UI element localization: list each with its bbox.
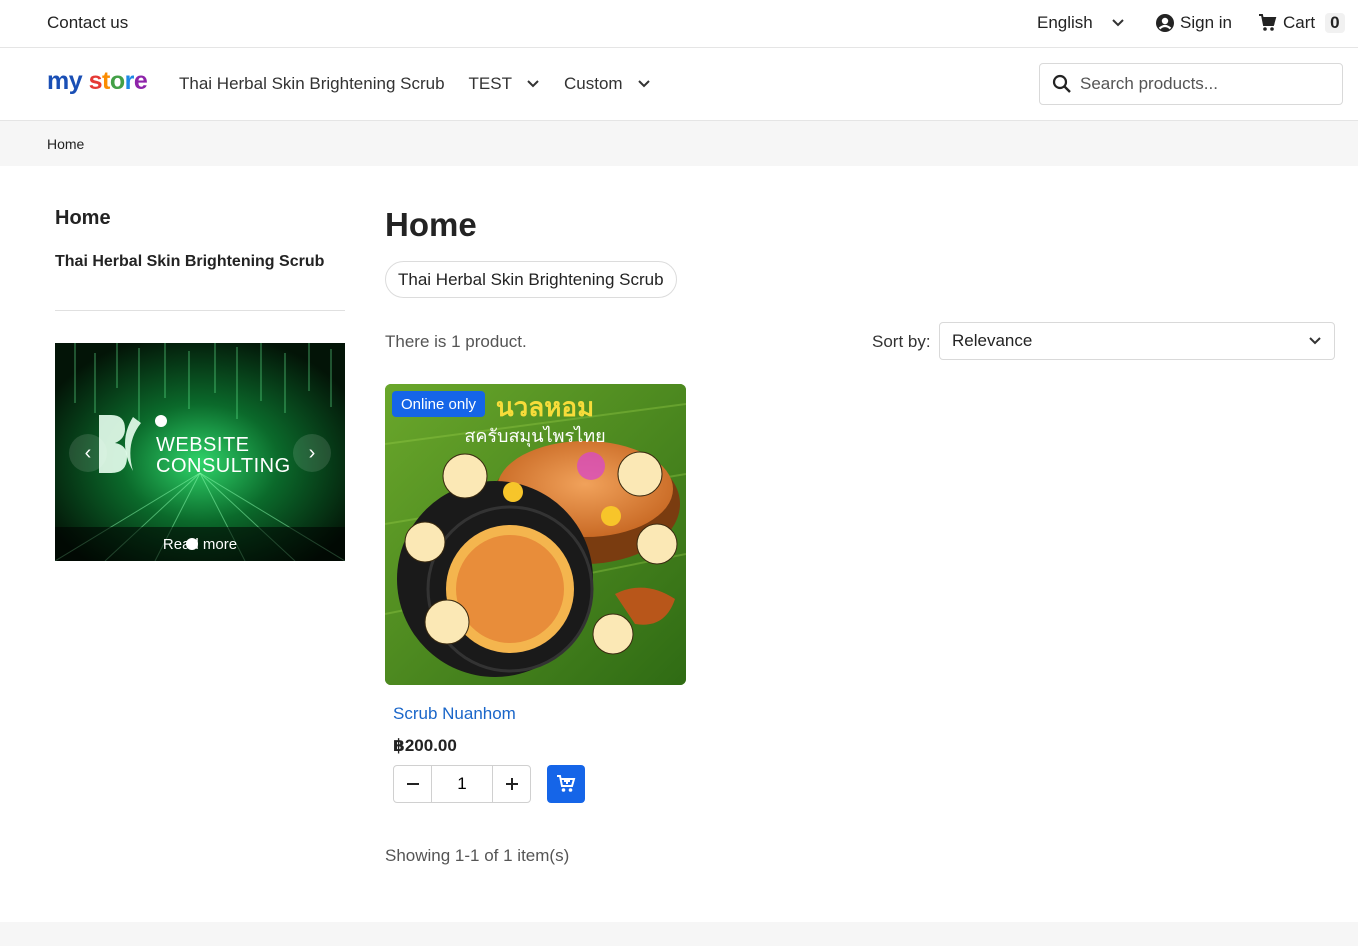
product-price: ฿200.00	[393, 736, 457, 755]
online-only-badge: Online only	[392, 391, 486, 417]
breadcrumb-home[interactable]: Home	[47, 136, 84, 152]
cart-label: Cart	[1283, 13, 1316, 32]
product-name-link[interactable]: Scrub Nuanhom	[393, 704, 516, 724]
breadcrumb: Home	[0, 121, 1358, 166]
sidebar-title[interactable]: Home	[55, 207, 111, 230]
main-header: my store Thai Herbal Skin Brightening Sc…	[0, 48, 1358, 121]
cart-count-badge: 0	[1325, 13, 1345, 33]
chevron-left-icon: ‹	[84, 441, 92, 464]
minus-icon	[406, 783, 419, 785]
chevron-down-icon	[1309, 337, 1321, 345]
add-to-cart-button[interactable]	[547, 765, 585, 803]
slider-dot-active[interactable]	[186, 538, 198, 550]
slider-prev-button[interactable]: ‹	[69, 434, 107, 472]
user-icon	[1156, 14, 1174, 32]
cart-link[interactable]: Cart 0	[1258, 13, 1345, 33]
chevron-right-icon: ›	[308, 441, 316, 464]
store-logo[interactable]: my store	[47, 67, 148, 96]
chevron-down-icon	[637, 80, 650, 88]
subcategory-chip[interactable]: Thai Herbal Skin Brightening Scrub	[385, 261, 677, 298]
quantity-input[interactable]	[431, 766, 493, 802]
cart-icon	[1259, 14, 1277, 31]
nav-label: TEST	[468, 74, 512, 93]
add-to-cart-icon	[557, 775, 576, 792]
sidebar-category-link[interactable]: Thai Herbal Skin Brightening Scrub	[55, 253, 324, 271]
sort-label: Sort by:	[872, 332, 931, 351]
product-image[interactable]: นวลหอม สครับสมุนไพรไทย	[385, 384, 686, 685]
sort-selected-value: Relevance	[952, 331, 1033, 350]
product-photo: นวลหอม สครับสมุนไพรไทย	[385, 384, 686, 685]
search-input[interactable]	[1080, 74, 1320, 94]
nav-item-custom[interactable]: Custom	[564, 74, 651, 94]
slider-next-button[interactable]: ›	[293, 434, 331, 472]
slider-read-more[interactable]: Read more	[55, 527, 345, 561]
chevron-down-icon	[527, 80, 539, 88]
plus-icon	[505, 778, 518, 790]
language-label: English	[1037, 13, 1093, 32]
promo-slider: WEBSITE CONSULTING ‹ › Read more	[55, 343, 345, 561]
quantity-stepper	[393, 765, 531, 803]
quantity-increase-button[interactable]	[493, 766, 530, 802]
slider-brand-text: WEBSITE CONSULTING	[156, 434, 291, 477]
sign-in-link[interactable]: Sign in	[1156, 13, 1232, 33]
logo-store: store	[88, 67, 148, 95]
product-image-subtitle: สครับสมุนไพรไทย	[464, 425, 605, 447]
sort-select[interactable]: Relevance	[939, 322, 1335, 360]
footer-strip	[0, 922, 1358, 946]
language-selector[interactable]: English	[1037, 13, 1125, 33]
product-image-brand: นวลหอม	[496, 393, 594, 423]
nav-item-thai-herbal-scrub[interactable]: Thai Herbal Skin Brightening Scrub	[179, 74, 445, 94]
main-nav: Thai Herbal Skin Brightening Scrub TEST …	[179, 74, 651, 94]
pagination-summary: Showing 1-1 of 1 item(s)	[385, 846, 570, 865]
search-box	[1039, 63, 1343, 105]
nav-label: Thai Herbal Skin Brightening Scrub	[179, 74, 445, 93]
chevron-down-icon	[1112, 19, 1124, 27]
top-bar: Contact us English Sign in Cart 0	[0, 0, 1358, 48]
quantity-decrease-button[interactable]	[394, 766, 431, 802]
nav-label: Custom	[563, 74, 623, 93]
search-icon	[1052, 74, 1071, 93]
sidebar-divider	[55, 310, 345, 311]
nav-item-test[interactable]: TEST	[469, 74, 540, 94]
contact-us-link[interactable]: Contact us	[47, 13, 128, 33]
product-count: There is 1 product.	[385, 332, 527, 351]
logo-my: my	[47, 67, 83, 95]
sign-in-label: Sign in	[1180, 13, 1232, 32]
page-title: Home	[385, 206, 477, 243]
